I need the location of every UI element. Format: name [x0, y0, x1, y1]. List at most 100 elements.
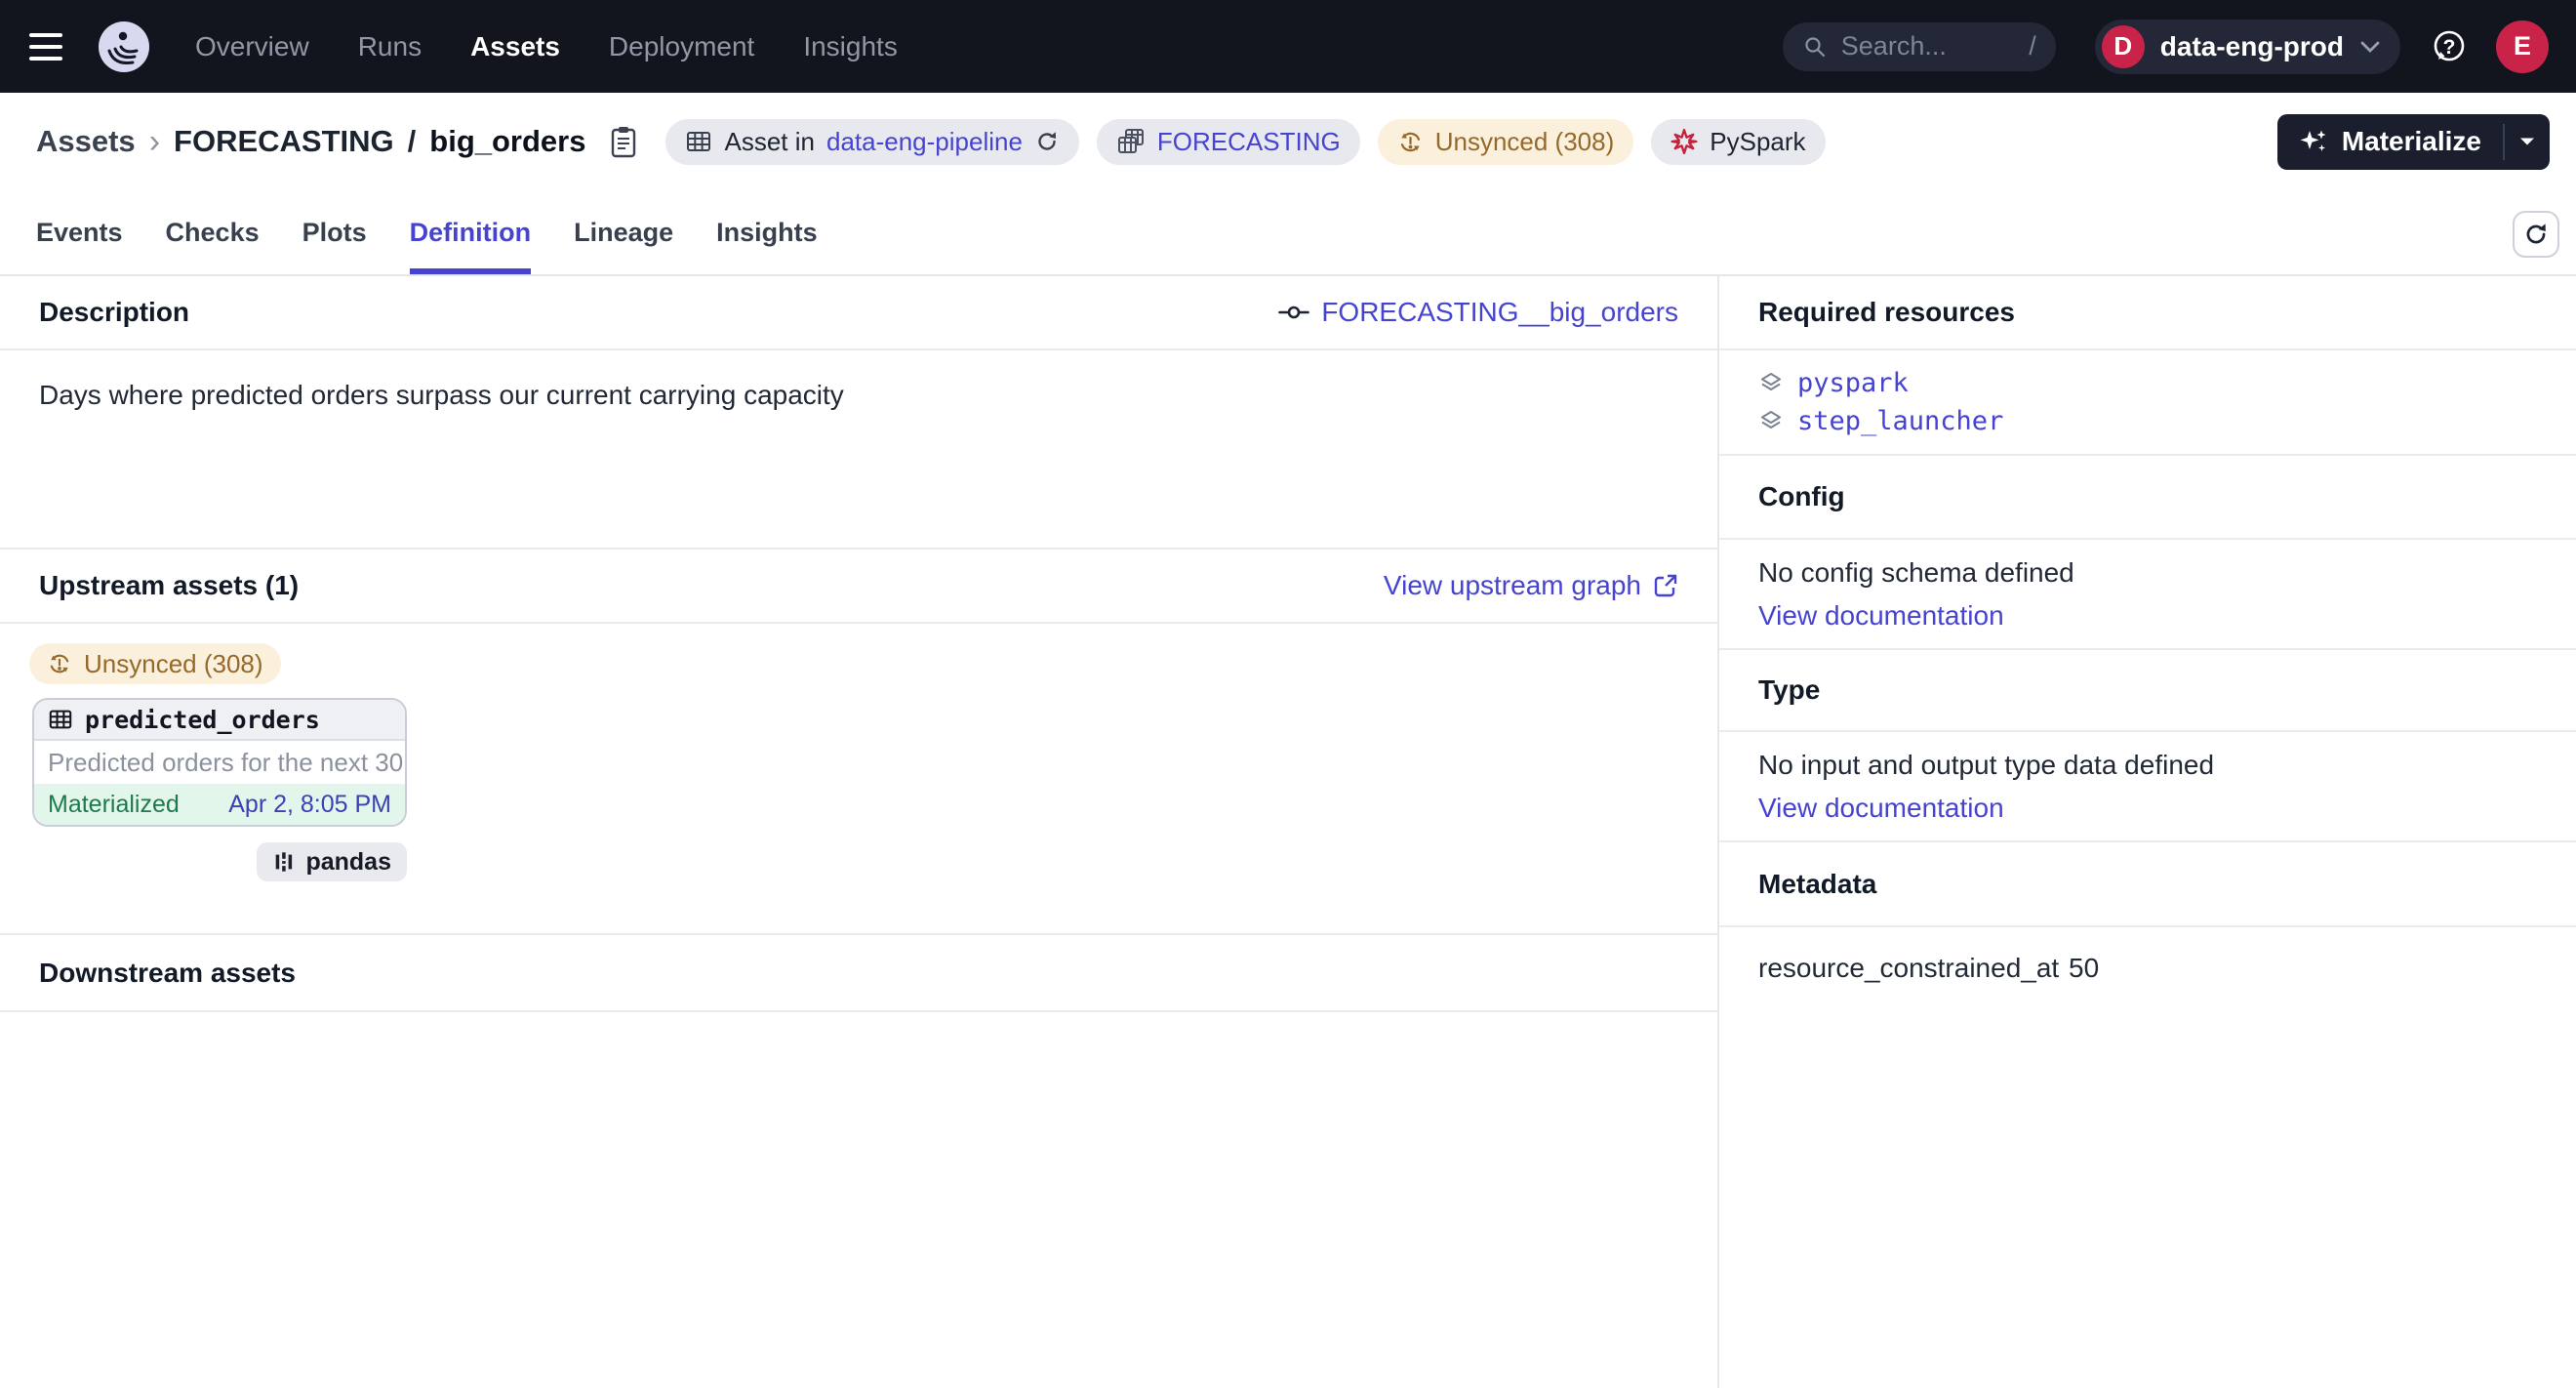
nav-insights[interactable]: Insights [803, 31, 898, 62]
pandas-icon [272, 849, 296, 875]
tab-lineage[interactable]: Lineage [574, 190, 673, 274]
tag-unsynced-label: Unsynced (308) [1435, 127, 1615, 157]
table-icon [48, 707, 73, 732]
layers-icon [1758, 371, 1784, 396]
config-empty-message: No config schema defined [1758, 557, 2537, 589]
table-icon [685, 128, 712, 155]
external-link-icon [1653, 573, 1678, 598]
search-icon [1802, 34, 1828, 60]
nav-runs[interactable]: Runs [358, 31, 422, 62]
tab-plots[interactable]: Plots [302, 190, 367, 274]
asset-card-description: Predicted orders for the next 30 day... [34, 741, 405, 784]
config-docs-link[interactable]: View documentation [1758, 600, 2537, 632]
menu-icon[interactable] [29, 25, 72, 68]
workspace-switcher[interactable]: D data-eng-prod [2095, 20, 2400, 74]
view-upstream-graph-link[interactable]: View upstream graph [1384, 570, 1678, 601]
metadata-value: 50 [2069, 953, 2099, 984]
spark-star-icon [1670, 128, 1698, 155]
upstream-header: Upstream assets (1) View upstream graph [0, 548, 1717, 624]
refresh-page-button[interactable] [2513, 211, 2559, 258]
right-column-empty [1719, 1009, 2576, 1388]
resource-link-step-launcher[interactable]: step_launcher [1758, 406, 2537, 436]
top-nav-right: / D data-eng-prod ? E [1783, 20, 2549, 74]
tag-group-forecasting[interactable]: FORECASTING [1097, 119, 1360, 165]
type-body: No input and output type data defined Vi… [1719, 732, 2576, 842]
metadata-row: resource_constrained_at 50 [1758, 953, 2537, 984]
sync-alert-icon [47, 651, 72, 676]
materialize-caret-button[interactable] [2505, 114, 2550, 170]
dagster-logo-icon[interactable] [98, 20, 150, 73]
description-title: Description [39, 297, 189, 328]
workspace-label: data-eng-prod [2160, 31, 2344, 62]
materialization-timestamp[interactable]: Apr 2, 8:05 PM [228, 791, 391, 819]
tag-pyspark: PySpark [1651, 119, 1825, 165]
resources-header: Required resources [1719, 276, 2576, 350]
materialize-button[interactable]: Materialize [2277, 114, 2503, 170]
resource-step-launcher-label: step_launcher [1797, 406, 2003, 436]
job-node-icon [1278, 304, 1309, 321]
config-body: No config schema defined View documentat… [1719, 540, 2576, 650]
breadcrumb-group: FORECASTING [174, 124, 394, 159]
type-docs-link[interactable]: View documentation [1758, 793, 2537, 824]
job-link[interactable]: FORECASTING__big_orders [1278, 297, 1678, 328]
refresh-icon [2522, 221, 2550, 248]
upstream-body: Unsynced (308) predicted_orders Predicte… [0, 624, 1717, 933]
materialize-split-button: Materialize [2277, 114, 2550, 170]
asset-card-tag-row: pandas [29, 842, 407, 881]
tag-pandas: pandas [257, 842, 407, 881]
right-column: Required resources pyspark step_launcher [1719, 276, 2576, 1388]
tab-insights[interactable]: Insights [716, 190, 818, 274]
page-title: big_orders [429, 124, 585, 159]
tab-checks[interactable]: Checks [166, 190, 260, 274]
nav-deployment[interactable]: Deployment [609, 31, 754, 62]
search-shortcut: / [2029, 31, 2036, 61]
asset-group-icon [1116, 127, 1146, 156]
refresh-icon[interactable] [1034, 129, 1060, 154]
tag-unsynced[interactable]: Unsynced (308) [1378, 119, 1634, 165]
type-header: Type [1719, 650, 2576, 732]
pipeline-link[interactable]: data-eng-pipeline [826, 127, 1023, 157]
downstream-body-empty [0, 1012, 1717, 1388]
page-header: Assets › FORECASTING / big_orders A [0, 93, 2576, 190]
resource-pyspark-label: pyspark [1797, 368, 1909, 398]
left-column: Description FORECASTING__big_orders Days… [0, 276, 1719, 1388]
config-header: Config [1719, 456, 2576, 540]
asset-card-status-row: Materialized Apr 2, 8:05 PM [34, 784, 405, 825]
nav-overview[interactable]: Overview [195, 31, 309, 62]
search-box[interactable]: / [1783, 22, 2056, 71]
tab-events[interactable]: Events [36, 190, 123, 274]
upstream-asset-card[interactable]: predicted_orders Predicted orders for th… [32, 698, 407, 827]
asset-definition-page: Overview Runs Assets Deployment Insights… [0, 0, 2576, 1388]
breadcrumb-assets-link[interactable]: Assets [36, 124, 136, 159]
workspace-badge: D [2102, 25, 2145, 68]
description-header: Description FORECASTING__big_orders [0, 276, 1717, 350]
user-avatar[interactable]: E [2496, 20, 2549, 73]
tab-definition[interactable]: Definition [410, 190, 531, 274]
caret-down-icon [2518, 137, 2536, 146]
nav-assets[interactable]: Assets [470, 31, 560, 62]
asset-card-name: predicted_orders [85, 706, 320, 734]
chevron-down-icon [2359, 40, 2381, 54]
asset-tags: Asset in data-eng-pipeline FORECASTING [665, 119, 1825, 165]
tag-asset-in-pipeline: Asset in data-eng-pipeline [665, 119, 1078, 165]
type-title: Type [1758, 674, 1820, 706]
metadata-key: resource_constrained_at [1758, 953, 2069, 984]
copy-icon[interactable] [609, 125, 638, 158]
status-badge: Materialized [48, 791, 180, 819]
resource-link-pyspark[interactable]: pyspark [1758, 368, 2537, 398]
resources-title: Required resources [1758, 297, 2015, 328]
resources-body: pyspark step_launcher [1719, 350, 2576, 456]
layers-icon [1758, 409, 1784, 434]
upstream-title: Upstream assets (1) [39, 570, 299, 601]
job-link-label: FORECASTING__big_orders [1321, 297, 1678, 328]
downstream-header: Downstream assets [0, 933, 1717, 1012]
help-icon[interactable]: ? [2430, 27, 2469, 66]
main-content: Description FORECASTING__big_orders Days… [0, 276, 2576, 1388]
breadcrumb: Assets › FORECASTING / big_orders [36, 123, 638, 161]
search-input[interactable] [1841, 31, 2015, 61]
tag-pandas-label: pandas [305, 848, 391, 877]
top-nav: Overview Runs Assets Deployment Insights… [0, 0, 2576, 93]
metadata-body: resource_constrained_at 50 [1719, 927, 2576, 1009]
metadata-title: Metadata [1758, 869, 1876, 900]
upstream-unsynced-badge[interactable]: Unsynced (308) [29, 643, 281, 684]
